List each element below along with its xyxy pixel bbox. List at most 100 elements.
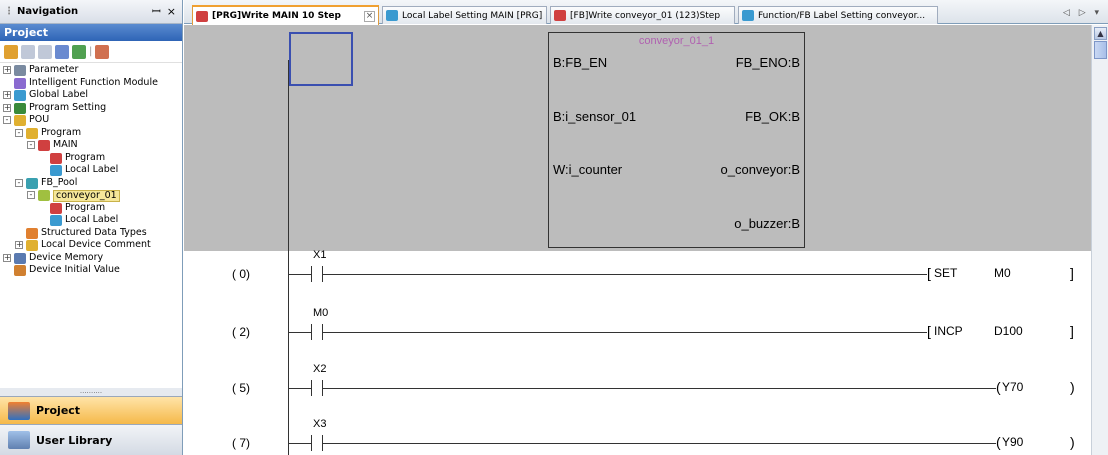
tab-fb-conveyor[interactable]: [FB]Write conveyor_01 (123)Step	[550, 6, 735, 24]
tab-prg-main[interactable]: [PRG]Write MAIN 10 Step ×	[192, 5, 379, 25]
editor-tab-bar: [PRG]Write MAIN 10 Step × Local Label Se…	[184, 0, 1108, 25]
tree-item[interactable]: + Local Device Comment	[0, 239, 182, 252]
editor-cursor[interactable]	[289, 32, 353, 86]
ladder-editor[interactable]: conveyor_01_1 B:FB_EN FB_ENO:B B:i_senso…	[184, 25, 1091, 455]
ladder-rung[interactable]: ( 2) M0 [ INCP D100 ]	[184, 307, 1091, 347]
contact-device: X3	[313, 418, 327, 430]
tree-item-label: Device Initial Value	[29, 264, 120, 275]
normally-open-contact[interactable]	[311, 380, 323, 396]
label-icon	[386, 10, 398, 21]
label-icon	[50, 215, 62, 226]
paste-icon[interactable]	[38, 44, 52, 59]
navigation-pane: ⋮ Navigation ꟷ × Project | + Parameter Int…	[0, 0, 183, 455]
collapse-icon[interactable]: -	[27, 141, 35, 149]
tree-item-label: Parameter	[29, 64, 79, 75]
tree-item[interactable]: + Global Label	[0, 89, 182, 102]
scroll-up-icon[interactable]: ▲	[1094, 27, 1107, 40]
copy-icon[interactable]	[21, 44, 35, 59]
tree-item[interactable]: Structured Data Types	[0, 227, 182, 240]
fb-output-pin: FB_ENO:B	[735, 55, 800, 70]
tree-item[interactable]: - Program	[0, 127, 182, 140]
fb-output-pin: FB_OK:B	[745, 109, 800, 124]
tab-scroll-controls[interactable]: ◁ ▷ ▾	[1063, 8, 1102, 18]
tree-item[interactable]: Local Label	[0, 164, 182, 177]
tree-item[interactable]: + Device Memory	[0, 252, 182, 265]
user-library-icon	[8, 431, 30, 449]
parameter-icon	[14, 65, 26, 76]
tab-label: Local Label Setting MAIN [PRG]	[402, 10, 543, 21]
expand-icon[interactable]: +	[3, 253, 11, 262]
collapse-icon[interactable]: -	[15, 178, 23, 187]
expand-icon[interactable]: +	[3, 91, 11, 99]
scroll-thumb[interactable]	[1094, 41, 1107, 59]
ladder-icon	[554, 10, 566, 21]
tree-item[interactable]: - FB_Pool	[0, 177, 182, 190]
tree-item-label: FB_Pool	[41, 176, 78, 188]
new-icon[interactable]	[4, 44, 18, 59]
contact-device: X1	[313, 249, 327, 261]
memory-icon	[14, 252, 26, 264]
fb-instance-name: conveyor_01_1	[638, 35, 715, 47]
project-button[interactable]: Project	[0, 396, 182, 424]
tree-item[interactable]: Program	[0, 152, 182, 165]
tab-label: [PRG]Write MAIN 10 Step	[212, 11, 341, 21]
label-icon	[14, 90, 26, 101]
refresh-icon[interactable]	[72, 44, 86, 59]
step-number: ( 5)	[232, 381, 250, 395]
expand-icon[interactable]: +	[3, 66, 11, 74]
tree-item[interactable]: Local Label	[0, 214, 182, 227]
vertical-scrollbar[interactable]: ▲	[1091, 25, 1108, 455]
tree-item-label: Local Device Comment	[41, 239, 151, 250]
struct-icon	[26, 227, 38, 239]
normally-open-contact[interactable]	[311, 324, 323, 340]
instruction: SET	[934, 266, 958, 280]
close-icon[interactable]: ×	[167, 5, 176, 18]
function-block[interactable]: conveyor_01_1 B:FB_EN FB_ENO:B B:i_senso…	[548, 32, 805, 248]
output-coil: Y90	[1002, 435, 1024, 449]
normally-open-contact[interactable]	[311, 435, 323, 451]
tab-local-label-main[interactable]: Local Label Setting MAIN [PRG]	[382, 6, 547, 24]
tree-item[interactable]: Program	[0, 202, 182, 215]
navigation-toolbar: |	[0, 41, 182, 63]
tab-fb-label-setting[interactable]: Function/FB Label Setting conveyor...	[738, 6, 938, 24]
tree-item[interactable]: - MAIN	[0, 139, 182, 152]
comment-icon	[26, 240, 38, 251]
pin-icon[interactable]: ꟷ	[152, 4, 161, 19]
label-icon	[50, 165, 62, 176]
normally-open-contact[interactable]	[311, 266, 323, 282]
project-section-title: Project	[0, 24, 182, 41]
expand-icon[interactable]: +	[15, 241, 23, 249]
program-setting-icon	[14, 102, 26, 114]
expand-icon[interactable]: +	[3, 103, 11, 112]
user-library-button[interactable]: User Library	[0, 424, 182, 455]
fb-input-pin: W:i_counter	[553, 162, 623, 177]
ladder-rung[interactable]: ( 5) X2 ( Y70 )	[184, 363, 1091, 403]
collapse-icon[interactable]: -	[27, 191, 35, 199]
tree-item[interactable]: + Parameter	[0, 64, 182, 77]
sort-icon[interactable]	[95, 44, 110, 59]
tree-item[interactable]: - conveyor_01	[0, 189, 182, 202]
grip-icon: ⋮	[4, 6, 14, 17]
ladder-rung[interactable]: ( 0) X1 [ SET M0 ]	[184, 249, 1091, 289]
ladder-icon	[196, 10, 208, 22]
tree-item[interactable]: Intelligent Function Module	[0, 77, 182, 90]
pane-splitter[interactable]: ..........	[0, 388, 182, 396]
contact-device: M0	[313, 307, 329, 319]
module-icon	[14, 77, 26, 89]
tree-item-label: POU	[29, 114, 50, 125]
collapse-icon[interactable]: -	[15, 128, 23, 137]
collapse-icon[interactable]: -	[3, 116, 11, 124]
close-tab-icon[interactable]: ×	[364, 10, 375, 22]
properties-icon[interactable]	[55, 44, 69, 59]
instruction-operand: M0	[994, 266, 1011, 280]
tree-item[interactable]: - POU	[0, 114, 182, 127]
fb-output-pin: o_conveyor:B	[720, 162, 801, 177]
tree-item[interactable]: + Program Setting	[0, 102, 182, 115]
program-block-icon	[38, 140, 50, 151]
ladder-rung[interactable]: ( 7) X3 ( Y90 )	[184, 418, 1091, 455]
tab-label: [FB]Write conveyor_01 (123)Step	[570, 10, 721, 21]
tree-item[interactable]: Device Initial Value	[0, 264, 182, 277]
tree-item-label: Structured Data Types	[41, 226, 147, 238]
tree-item-label: MAIN	[53, 139, 78, 150]
initial-value-icon	[14, 265, 26, 276]
